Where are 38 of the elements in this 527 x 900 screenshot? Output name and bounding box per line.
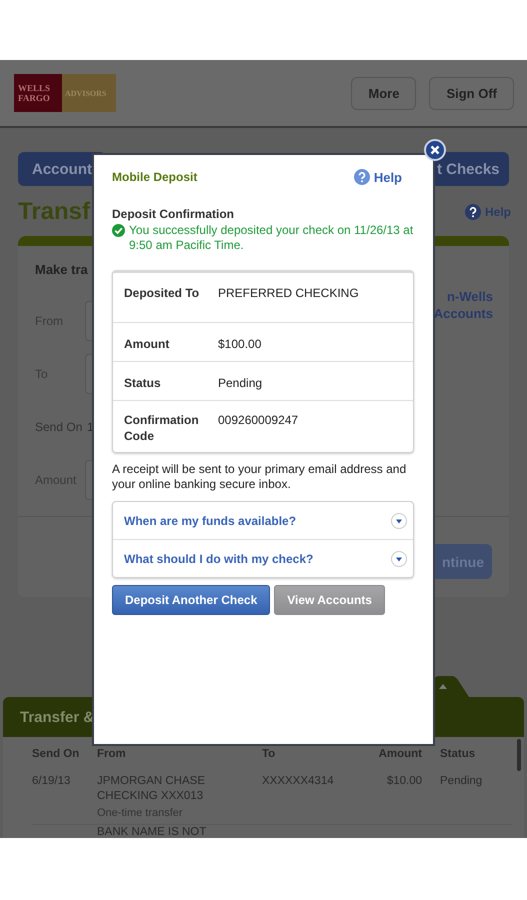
table-cell: 6/19/13 [32,775,70,787]
detail-label: Amount [124,336,170,353]
detail-label: Confirmation Code [124,412,200,445]
collapse-tab[interactable] [434,676,469,697]
detail-value: 009260009247 [218,412,298,429]
detail-label: Deposited To [124,285,200,302]
detail-label: Status [124,375,162,392]
receipt-note: A receipt will be sent to your primary email address and your online banking secure inbox. [112,462,408,492]
header-button[interactable]: Sign Off [429,76,514,110]
detail-value: Pending [218,375,262,392]
check-circle-icon [112,224,125,237]
detail-value: $100.00 [218,336,262,353]
column-header: From [97,747,127,762]
table-cell: BANK NAME IS NOT [97,826,206,838]
table-cell: JPMORGAN CHASE CHECKING XXX013 [97,775,205,802]
header-button[interactable]: More [351,76,416,110]
view-accounts-button[interactable]: View Accounts [274,585,385,615]
table-cell: Pending [440,775,482,787]
confirmation-heading: Deposit Confirmation [112,207,235,221]
scrollbar[interactable] [517,739,521,771]
deposit-button[interactable]: Deposit Another Check [112,585,270,615]
detail-value: PREFERRED CHECKING [218,285,359,302]
table-cell: $10.00 [386,775,422,787]
help-link[interactable]: Help [354,169,402,185]
panel-title: Make tra [35,262,88,277]
column-header: Status [439,747,476,762]
help-icon [464,204,481,220]
page-title: Transf [18,198,90,226]
column-header: Send On [32,747,80,762]
column-header: Amount [378,747,422,762]
column-header: To [262,747,276,762]
table-cell: XXXXXX4314 [262,775,334,787]
success-message: You successfully deposited your check on 11/26/13 at 9:50 am Pacific Time. [129,223,414,253]
close-icon [430,145,440,155]
help-icon [354,169,370,185]
dialog-title: Mobile Deposit [112,170,198,184]
faq-question[interactable]: When are my funds available? [124,514,296,528]
faq-question[interactable]: What should I do with my check? [124,552,314,566]
